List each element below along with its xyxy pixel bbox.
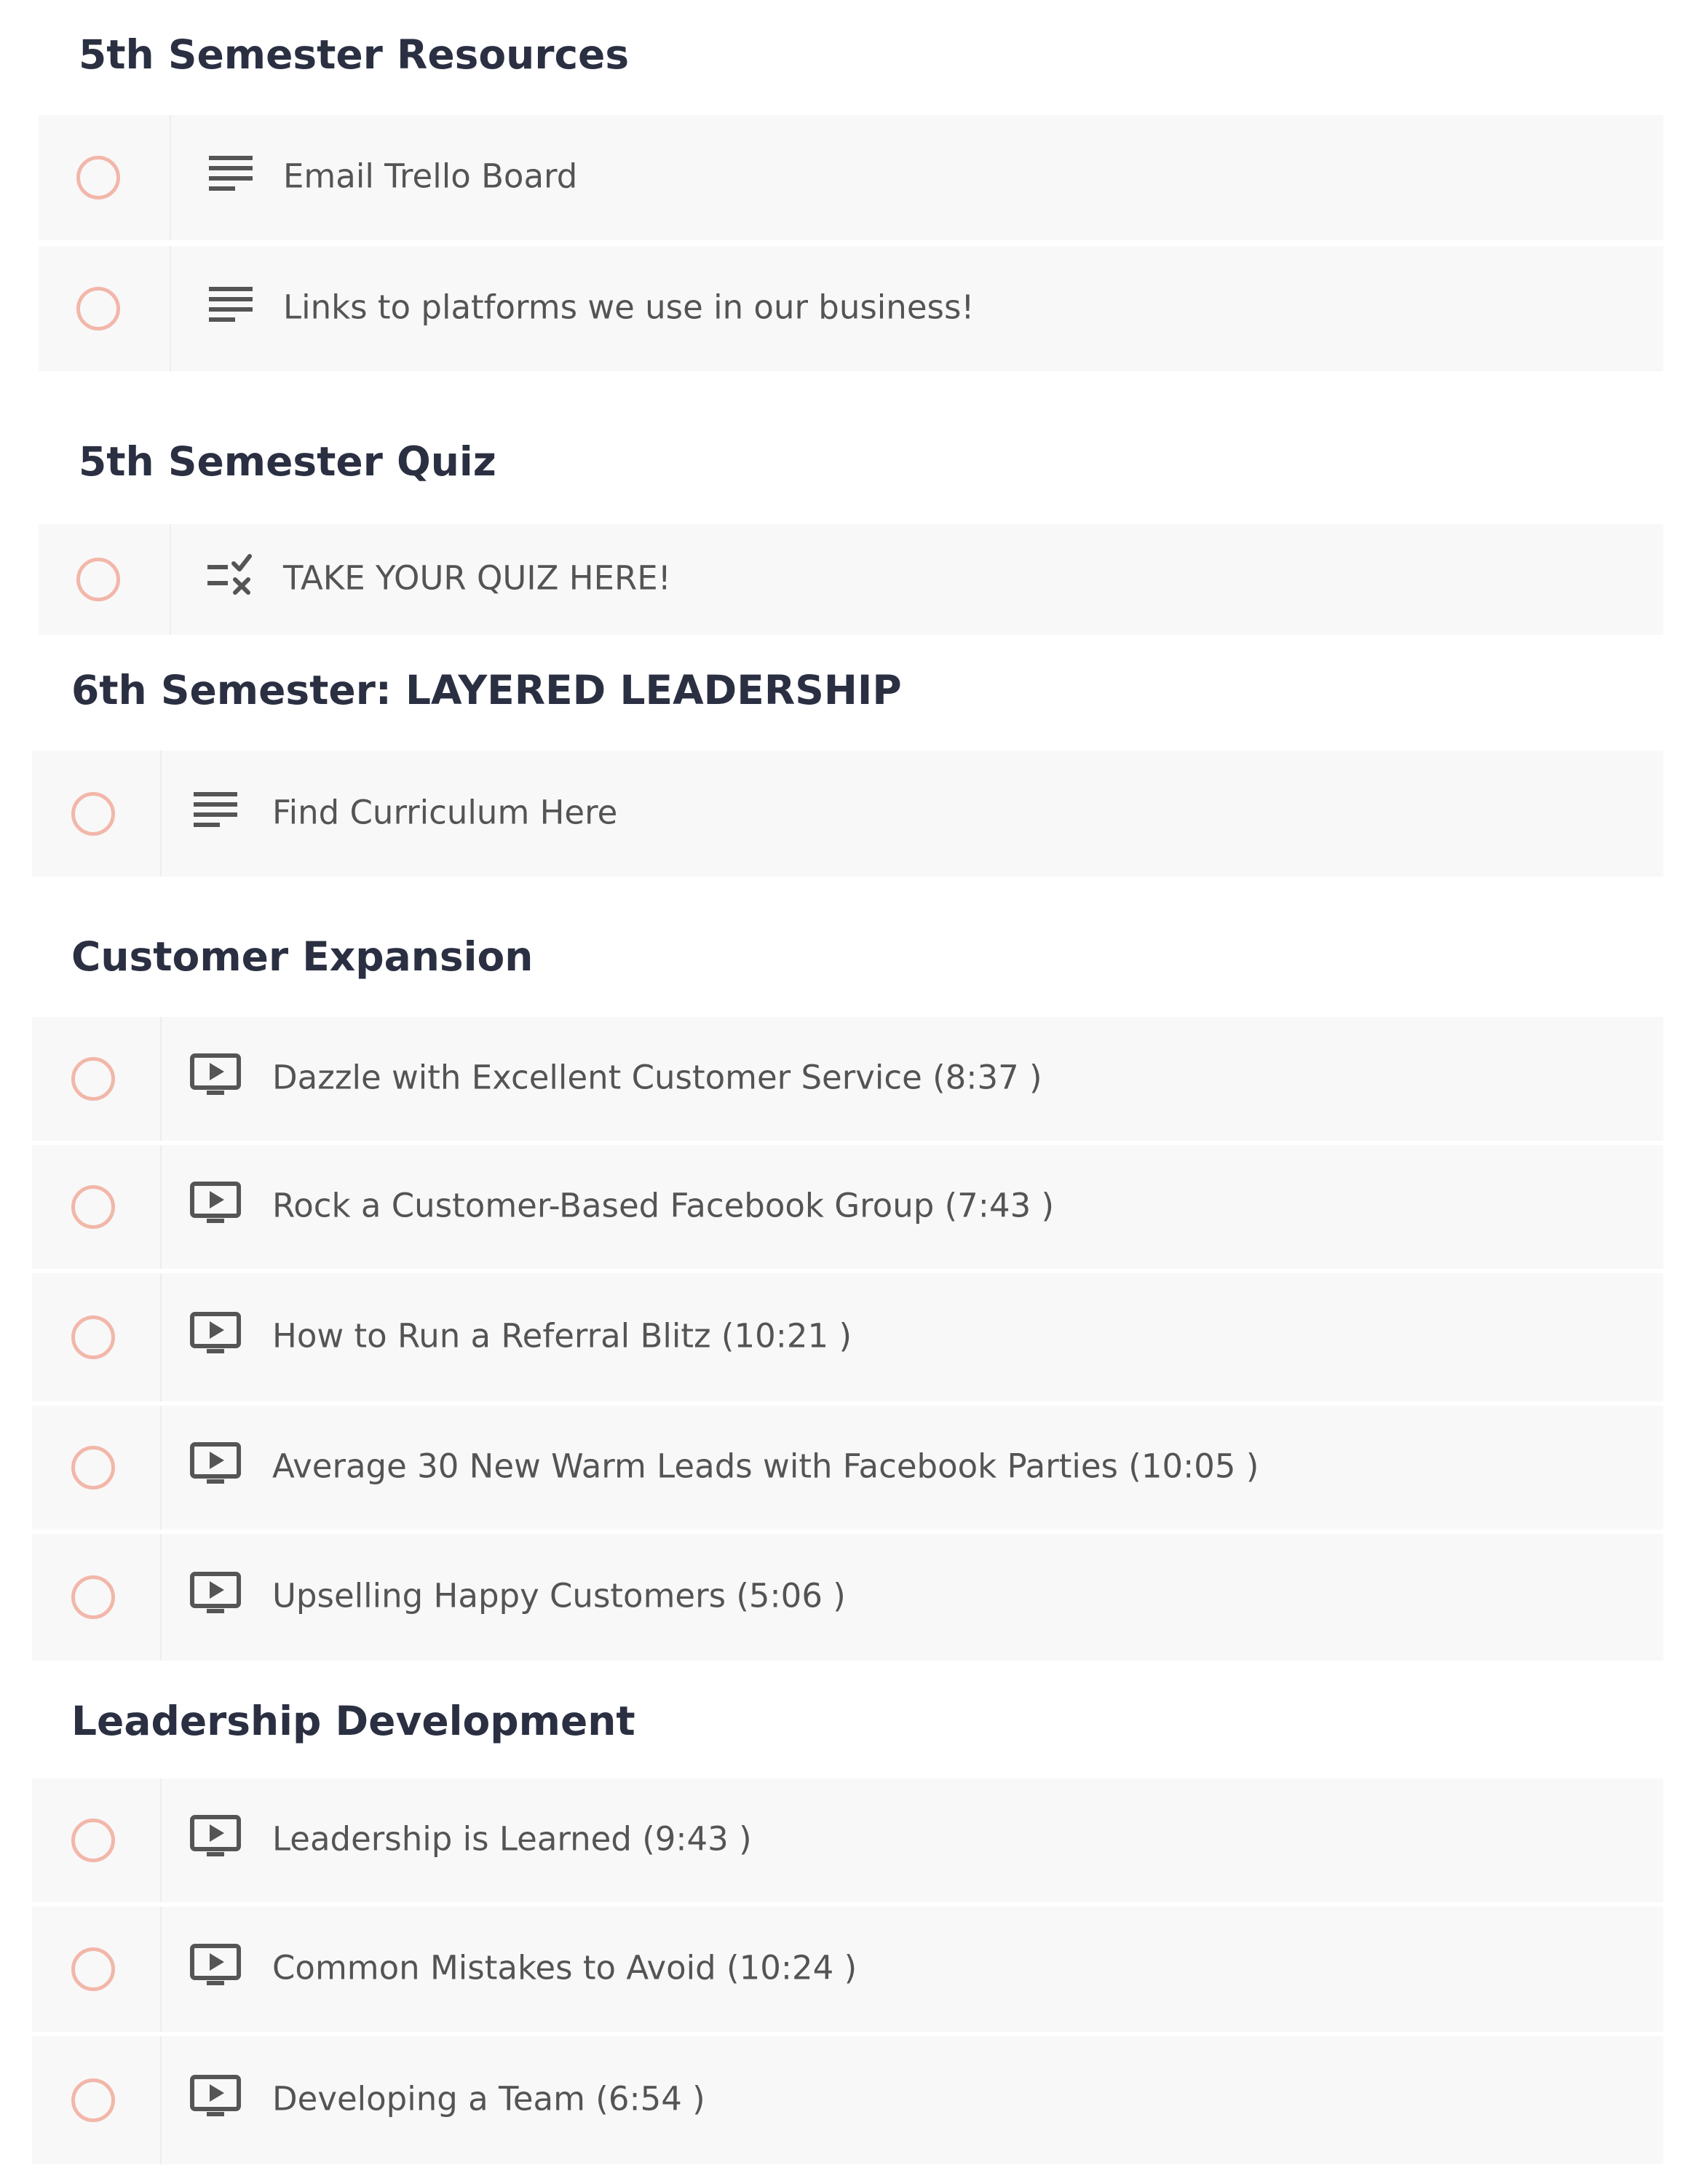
status-cell <box>32 2036 162 2164</box>
lesson-title-link[interactable]: Upselling Happy Customers (5:06 ) <box>272 1576 846 1615</box>
video-play-icon <box>188 1179 243 1227</box>
status-cell <box>32 1017 162 1141</box>
section-heading: 5th Semester Resources <box>79 31 630 78</box>
completion-circle-icon[interactable] <box>71 1446 115 1489</box>
section-heading: Leadership Development <box>71 1698 635 1744</box>
lesson-row[interactable]: Email Trello Board <box>39 115 1663 240</box>
section-heading: 5th Semester Quiz <box>79 438 496 485</box>
lesson-row[interactable]: Developing a Team (6:54 ) <box>32 2036 1663 2164</box>
status-cell <box>39 246 171 371</box>
lesson-row[interactable]: Rock a Customer-Based Facebook Group (7:… <box>32 1145 1663 1269</box>
status-cell <box>32 1145 162 1269</box>
completion-circle-icon[interactable] <box>71 1185 115 1229</box>
completion-circle-icon[interactable] <box>71 1947 115 1991</box>
lesson-title-link[interactable]: How to Run a Referral Blitz (10:21 ) <box>272 1316 852 1355</box>
lesson-row[interactable]: Common Mistakes to Avoid (10:24 ) <box>32 1907 1663 2032</box>
video-play-icon <box>188 1570 243 1618</box>
status-cell <box>32 1273 162 1401</box>
completion-circle-icon[interactable] <box>71 1819 115 1862</box>
completion-circle-icon[interactable] <box>71 1315 115 1359</box>
video-play-icon <box>188 1051 243 1099</box>
completion-circle-icon[interactable] <box>76 287 120 331</box>
status-cell <box>39 115 171 240</box>
video-play-icon <box>188 1440 243 1488</box>
lesson-row[interactable]: TAKE YOUR QUIZ HERE! <box>39 524 1663 635</box>
status-cell <box>39 524 171 635</box>
lesson-title-link[interactable]: Average 30 New Warm Leads with Facebook … <box>272 1447 1259 1485</box>
lesson-title-link[interactable]: Email Trello Board <box>283 157 577 195</box>
video-play-icon <box>188 1310 243 1358</box>
lesson-row[interactable]: Links to platforms we use in our busines… <box>39 246 1663 371</box>
section-heading: 6th Semester: LAYERED LEADERSHIP <box>71 667 902 713</box>
lesson-row[interactable]: Average 30 New Warm Leads with Facebook … <box>32 1406 1663 1530</box>
lesson-title-link[interactable]: Links to platforms we use in our busines… <box>283 288 974 326</box>
completion-circle-icon[interactable] <box>76 156 120 199</box>
text-lines-icon <box>203 281 258 329</box>
status-cell <box>32 1406 162 1530</box>
status-cell <box>32 1534 162 1661</box>
status-cell <box>32 1907 162 2032</box>
lesson-row[interactable]: Find Curriculum Here <box>32 751 1663 877</box>
video-play-icon <box>188 1942 243 1990</box>
lesson-title-link[interactable]: Dazzle with Excellent Customer Service (… <box>272 1058 1042 1096</box>
completion-circle-icon[interactable] <box>71 1575 115 1619</box>
status-cell <box>32 1779 162 1902</box>
lesson-title-link[interactable]: Find Curriculum Here <box>272 793 617 831</box>
completion-circle-icon[interactable] <box>76 558 120 601</box>
lesson-row[interactable]: Dazzle with Excellent Customer Service (… <box>32 1017 1663 1141</box>
lesson-title-link[interactable]: Leadership is Learned (9:43 ) <box>272 1819 752 1858</box>
lesson-title-link[interactable]: Rock a Customer-Based Facebook Group (7:… <box>272 1186 1054 1224</box>
lesson-row[interactable]: Upselling Happy Customers (5:06 ) <box>32 1534 1663 1661</box>
completion-circle-icon[interactable] <box>71 1057 115 1101</box>
lesson-row[interactable]: How to Run a Referral Blitz (10:21 ) <box>32 1273 1663 1401</box>
lesson-title-link[interactable]: Developing a Team (6:54 ) <box>272 2079 705 2118</box>
lesson-title-link[interactable]: Common Mistakes to Avoid (10:24 ) <box>272 1948 857 1987</box>
video-play-icon <box>188 2073 243 2121</box>
lesson-row[interactable]: Leadership is Learned (9:43 ) <box>32 1779 1663 1902</box>
section-heading: Customer Expansion <box>71 933 534 980</box>
completion-circle-icon[interactable] <box>71 791 115 836</box>
completion-circle-icon[interactable] <box>71 2078 115 2122</box>
status-cell <box>32 751 162 877</box>
quiz-checklist-icon <box>203 552 258 600</box>
lesson-title-link[interactable]: TAKE YOUR QUIZ HERE! <box>283 558 671 597</box>
text-lines-icon <box>188 786 243 834</box>
video-play-icon <box>188 1813 243 1861</box>
text-lines-icon <box>203 150 258 198</box>
